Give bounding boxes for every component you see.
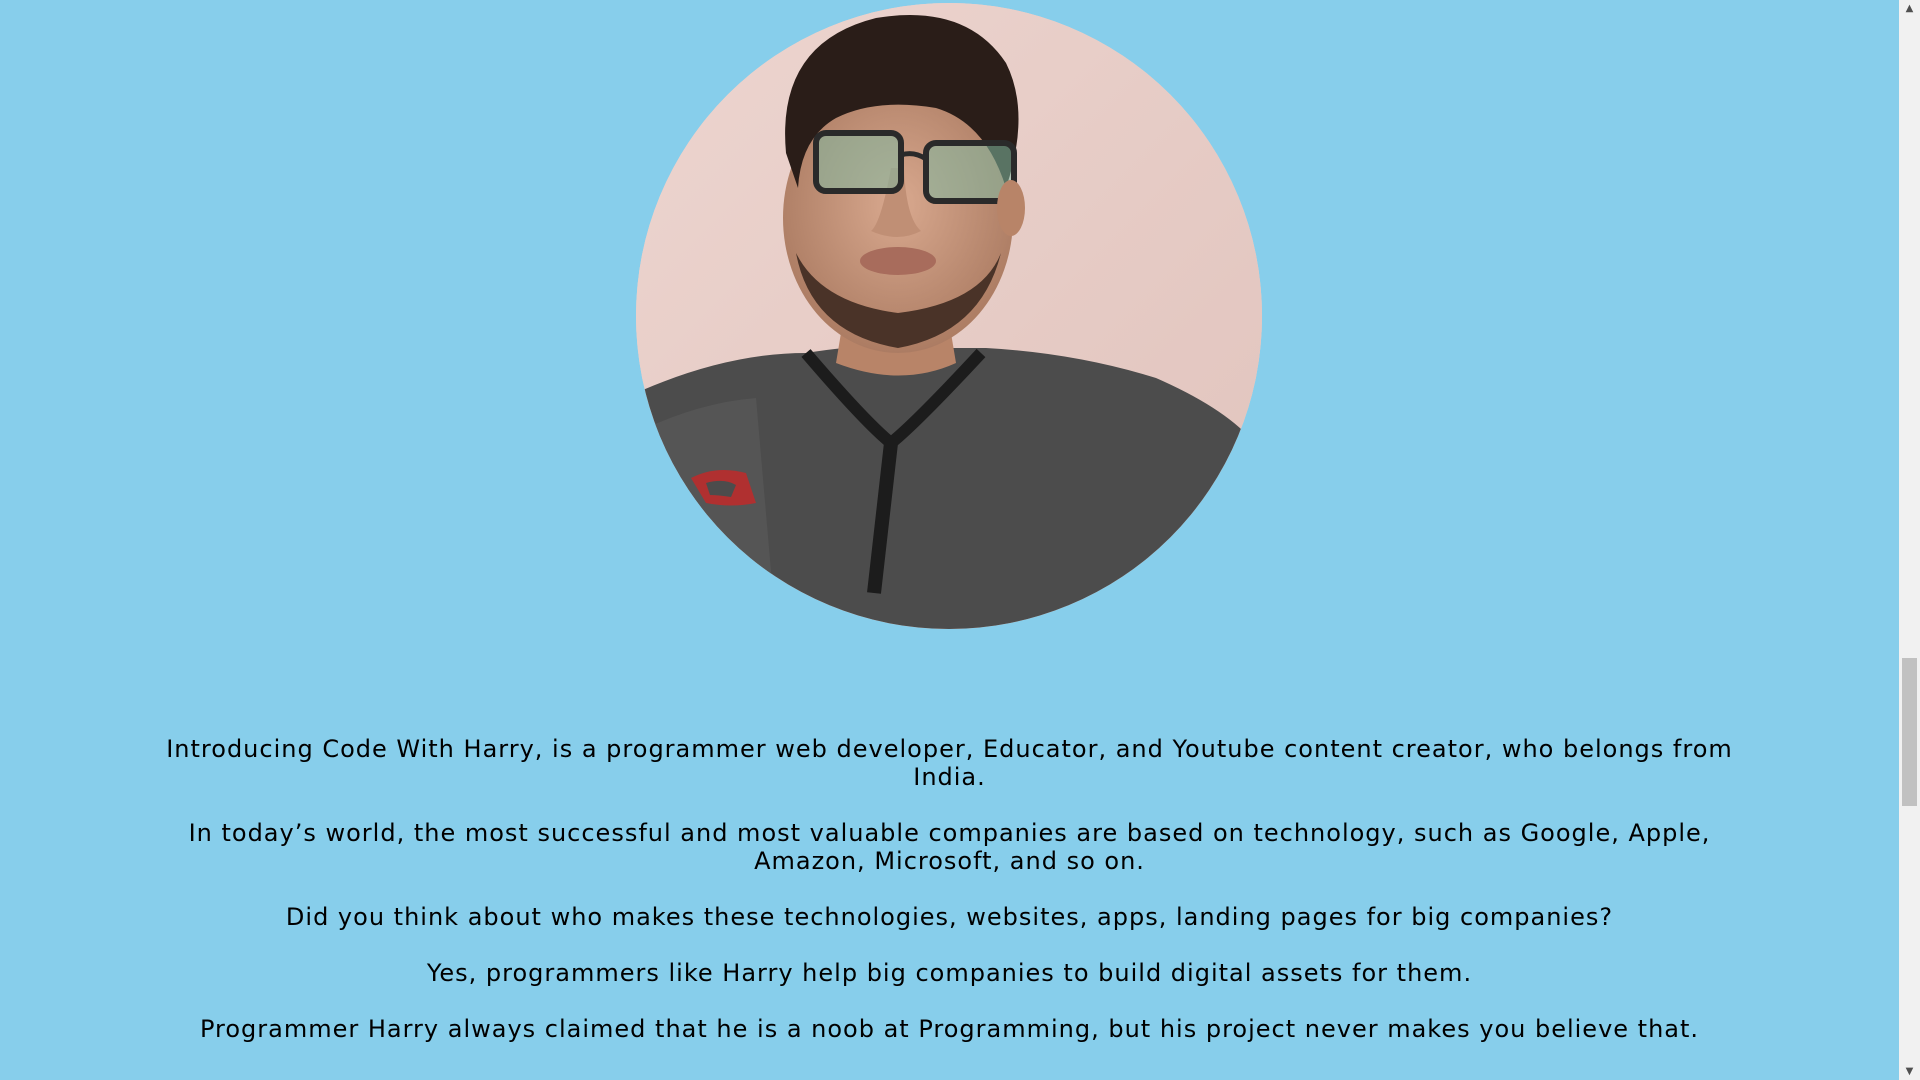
avatar-illustration [636, 3, 1262, 629]
page-content: Introducing Code With Harry, is a progra… [0, 0, 1899, 1080]
bio-paragraph-noob: Programmer Harry always claimed that he … [199, 1015, 1700, 1043]
bio-paragraph-intro: Introducing Code With Harry, is a progra… [166, 735, 1733, 791]
bio-section: Introducing Code With Harry, is a progra… [0, 735, 1899, 1071]
bio-paragraph-question: Did you think about who makes these tech… [285, 903, 1614, 931]
scroll-up-arrow-icon[interactable]: ▲ [1899, 0, 1920, 17]
scrollbar-thumb[interactable] [1902, 658, 1917, 806]
scroll-down-arrow-icon[interactable]: ▼ [1899, 1063, 1920, 1080]
bio-paragraph-companies: In today’s world, the most successful an… [188, 819, 1711, 875]
bio-paragraph-answer: Yes, programmers like Harry help big com… [426, 959, 1473, 987]
vertical-scrollbar[interactable]: ▲ ▼ [1899, 0, 1920, 1080]
profile-photo [636, 3, 1262, 629]
